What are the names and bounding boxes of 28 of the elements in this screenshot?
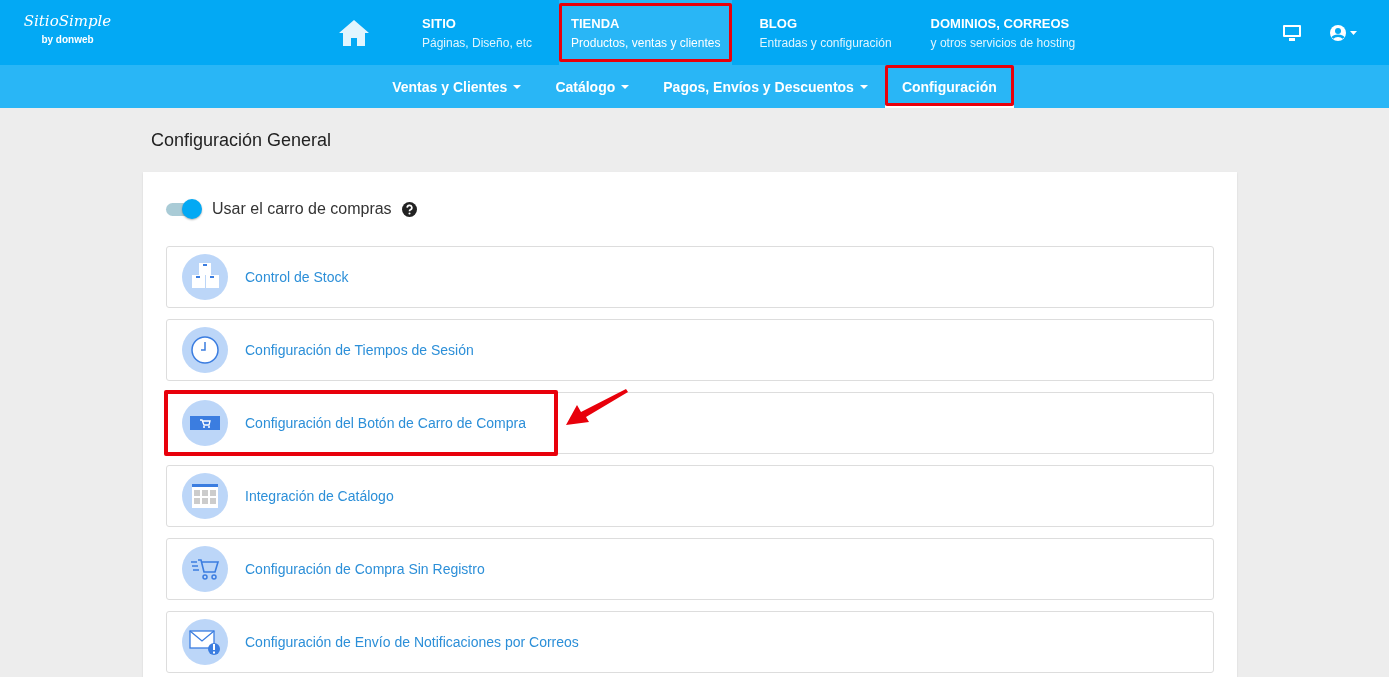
cart-button-icon — [190, 416, 220, 430]
user-menu-icon[interactable] — [1329, 23, 1359, 42]
toggle-switch[interactable] — [166, 198, 202, 220]
sub-nav-tab[interactable]: Ventas y Clientes — [375, 65, 539, 108]
nav-tab[interactable]: DOMINIOS, CORREOS y otros servicios de hosting — [918, 0, 1088, 65]
clock-icon — [190, 335, 220, 365]
sub-nav-tab[interactable]: Pagos, Envíos y Descuentos — [646, 65, 885, 108]
toggle-label: Usar el carro de compras — [212, 200, 392, 218]
settings-option[interactable]: Configuración de Envío de Notificaciones por Correos — [166, 611, 1214, 673]
logo-byline: by donweb — [41, 34, 94, 45]
mail-alert-icon — [189, 628, 221, 656]
monitor-icon[interactable] — [1283, 24, 1301, 41]
page-title: Configuración General — [150, 129, 333, 150]
sub-nav-tab[interactable]: Catálogo — [538, 65, 647, 108]
cart-icon — [190, 556, 220, 582]
nav-tab[interactable]: SITIO Páginas, Diseño, etc — [410, 0, 545, 65]
settings-option[interactable]: Control de Stock — [166, 246, 1214, 308]
settings-option[interactable]: Integración de Catálogo — [166, 465, 1214, 527]
table-icon — [192, 484, 218, 508]
settings-option[interactable]: Configuración de Compra Sin Registro — [166, 538, 1214, 600]
sub-nav-tab[interactable]: Configuración — [884, 65, 1014, 108]
pointer-arrow-overlay — [564, 388, 628, 428]
logo-wordmark[interactable]: SitioSimple — [23, 12, 112, 30]
nav-tab[interactable]: BLOG Entradas y configuración — [747, 0, 904, 65]
settings-option[interactable]: Configuración de Tiempos de Sesión — [166, 319, 1214, 381]
nav-tab[interactable]: TIENDA Productos, ventas y clientes — [559, 0, 733, 65]
home-icon[interactable] — [338, 18, 370, 47]
help-icon[interactable] — [401, 201, 417, 217]
